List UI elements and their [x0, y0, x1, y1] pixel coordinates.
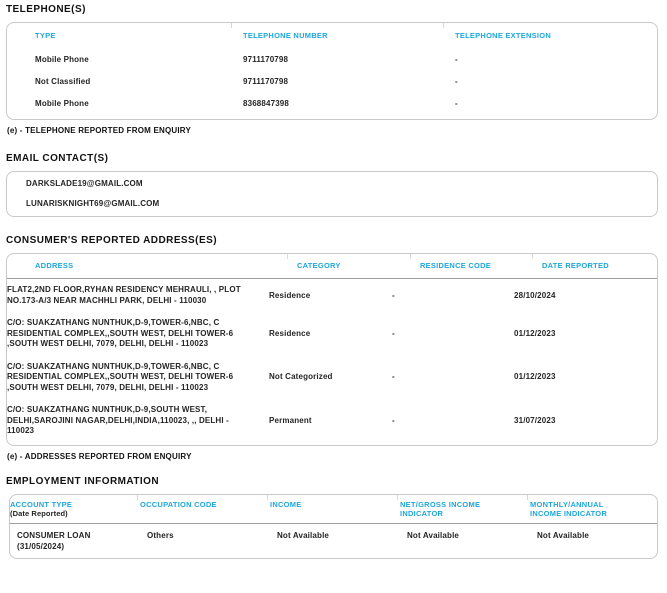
residence-code: - — [392, 372, 395, 382]
address-category: Not Categorized — [269, 372, 333, 382]
employment-section-title: EMPLOYMENT INFORMATION — [6, 475, 160, 487]
date-reported: 01/12/2023 — [514, 372, 556, 382]
phone-type: Not Classified — [35, 77, 91, 86]
phone-number: 9711170798 — [243, 55, 289, 64]
employment-monthly-annual: Not Available — [537, 531, 590, 540]
addresses-section-title: CONSUMER'S REPORTED ADDRESS(ES) — [6, 235, 217, 246]
table-row: FLAT2,2ND FLOOR,RYHAN RESIDENCY MEHRAULI… — [7, 279, 657, 312]
address-value: C/O: SUAKZATHANG NUNTHUK,D-9,TOWER-6,NBC… — [7, 318, 234, 348]
residence-code: - — [392, 415, 395, 425]
column-divider-tick — [532, 254, 533, 259]
table-row: CONSUMER LOAN (31/05/2024) Others Not Av… — [10, 524, 657, 552]
telephones-table: TYPE TELEPHONE NUMBER TELEPHONE EXTENSIO… — [6, 22, 658, 120]
address-value: C/O: SUAKZATHANG NUNTHUK,D-9,SOUTH WEST,… — [7, 405, 229, 435]
column-divider-tick — [397, 494, 398, 500]
telephones-section-title: TELEPHONE(S) — [6, 4, 86, 15]
column-divider-tick — [267, 494, 268, 500]
employment-header-row: ACCOUNT TYPE (Date Reported) OCCUPATION … — [10, 495, 657, 524]
table-row: Not Classified 9711170798 - — [35, 71, 657, 93]
list-item: LUNARISKNIGHT69@GMAIL.COM — [26, 194, 657, 214]
column-divider-tick — [231, 23, 232, 28]
column-header-type: TYPE — [35, 31, 56, 41]
address-category: Residence — [269, 290, 311, 300]
credit-report-page: TELEPHONE(S) TYPE TELEPHONE NUMBER TELEP… — [0, 0, 667, 559]
phone-type: Mobile Phone — [35, 99, 89, 108]
column-divider-tick — [527, 494, 528, 500]
telephones-footnote: (e) - TELEPHONE REPORTED FROM ENQUIRY — [7, 126, 192, 135]
column-header-address: ADDRESS — [35, 261, 74, 271]
telephones-header-row: TYPE TELEPHONE NUMBER TELEPHONE EXTENSIO… — [35, 23, 657, 49]
address-value: FLAT2,2ND FLOOR,RYHAN RESIDENCY MEHRAULI… — [7, 285, 241, 305]
list-item: DARKSLADE19@GMAIL.COM — [26, 174, 657, 194]
emails-section-title: EMAIL CONTACT(S) — [6, 153, 109, 164]
emails-box: DARKSLADE19@GMAIL.COM LUNARISKNIGHT69@GM… — [6, 171, 658, 217]
employment-net-gross: Not Available — [407, 531, 460, 540]
phone-extension: - — [455, 99, 458, 108]
column-header-income: INCOME — [270, 499, 302, 509]
column-header-account-type: ACCOUNT TYPE (Date Reported) — [10, 500, 140, 520]
column-header-telephone-extension: TELEPHONE EXTENSION — [455, 31, 552, 41]
date-reported: 31/07/2023 — [514, 415, 556, 425]
column-subheader-date-reported: (Date Reported) — [10, 509, 68, 518]
column-header-telephone-number: TELEPHONE NUMBER — [243, 31, 328, 41]
employment-income: Not Available — [277, 531, 330, 540]
table-row: C/O: SUAKZATHANG NUNTHUK,D-9,TOWER-6,NBC… — [7, 356, 657, 400]
phone-number: 8368847398 — [243, 99, 289, 108]
address-category: Permanent — [269, 415, 312, 425]
table-row: C/O: SUAKZATHANG NUNTHUK,D-9,SOUTH WEST,… — [7, 399, 657, 443]
phone-type: Mobile Phone — [35, 55, 89, 64]
date-reported: 01/12/2023 — [514, 328, 556, 338]
address-category: Residence — [269, 328, 311, 338]
phone-number: 9711170798 — [243, 77, 289, 86]
column-header-monthly-annual-income-indicator: MONTHLY/ANNUAL INCOME INDICATOR — [530, 499, 608, 519]
addresses-table: ADDRESS CATEGORY RESIDENCE CODE DATE REP… — [6, 253, 658, 446]
phone-extension: - — [455, 55, 458, 64]
employment-table: ACCOUNT TYPE (Date Reported) OCCUPATION … — [9, 493, 658, 559]
column-divider-tick — [287, 254, 288, 259]
column-divider-tick — [410, 254, 411, 259]
column-header-date-reported: DATE REPORTED — [542, 261, 609, 271]
table-row: Mobile Phone 9711170798 - — [35, 49, 657, 71]
residence-code: - — [392, 290, 395, 300]
column-divider-tick — [443, 23, 444, 28]
email-address: LUNARISKNIGHT69@GMAIL.COM — [26, 199, 160, 208]
table-row: Mobile Phone 8368847398 - — [35, 93, 657, 115]
column-divider-tick — [137, 494, 138, 500]
employment-account-type: CONSUMER LOAN (31/05/2024) — [17, 531, 147, 552]
column-header-category: CATEGORY — [297, 261, 341, 271]
addresses-footnote: (e) - ADDRESSES REPORTED FROM ENQUIRY — [7, 451, 192, 461]
table-row: C/O: SUAKZATHANG NUNTHUK,D-9,TOWER-6,NBC… — [7, 312, 657, 356]
column-header-residence-code: RESIDENCE CODE — [420, 261, 492, 271]
address-value: C/O: SUAKZATHANG NUNTHUK,D-9,TOWER-6,NBC… — [7, 361, 234, 392]
residence-code: - — [392, 328, 395, 338]
email-address: DARKSLADE19@GMAIL.COM — [26, 179, 143, 188]
date-reported: 28/10/2024 — [514, 290, 556, 300]
employment-occupation-code: Others — [147, 531, 174, 540]
phone-extension: - — [455, 77, 458, 86]
column-header-net-gross-income-indicator: NET/GROSS INCOME INDICATOR — [400, 499, 481, 519]
addresses-header-row: ADDRESS CATEGORY RESIDENCE CODE DATE REP… — [7, 254, 657, 279]
employment-date-reported: (31/05/2024) — [17, 541, 65, 551]
column-header-occupation-code: OCCUPATION CODE — [140, 499, 217, 509]
